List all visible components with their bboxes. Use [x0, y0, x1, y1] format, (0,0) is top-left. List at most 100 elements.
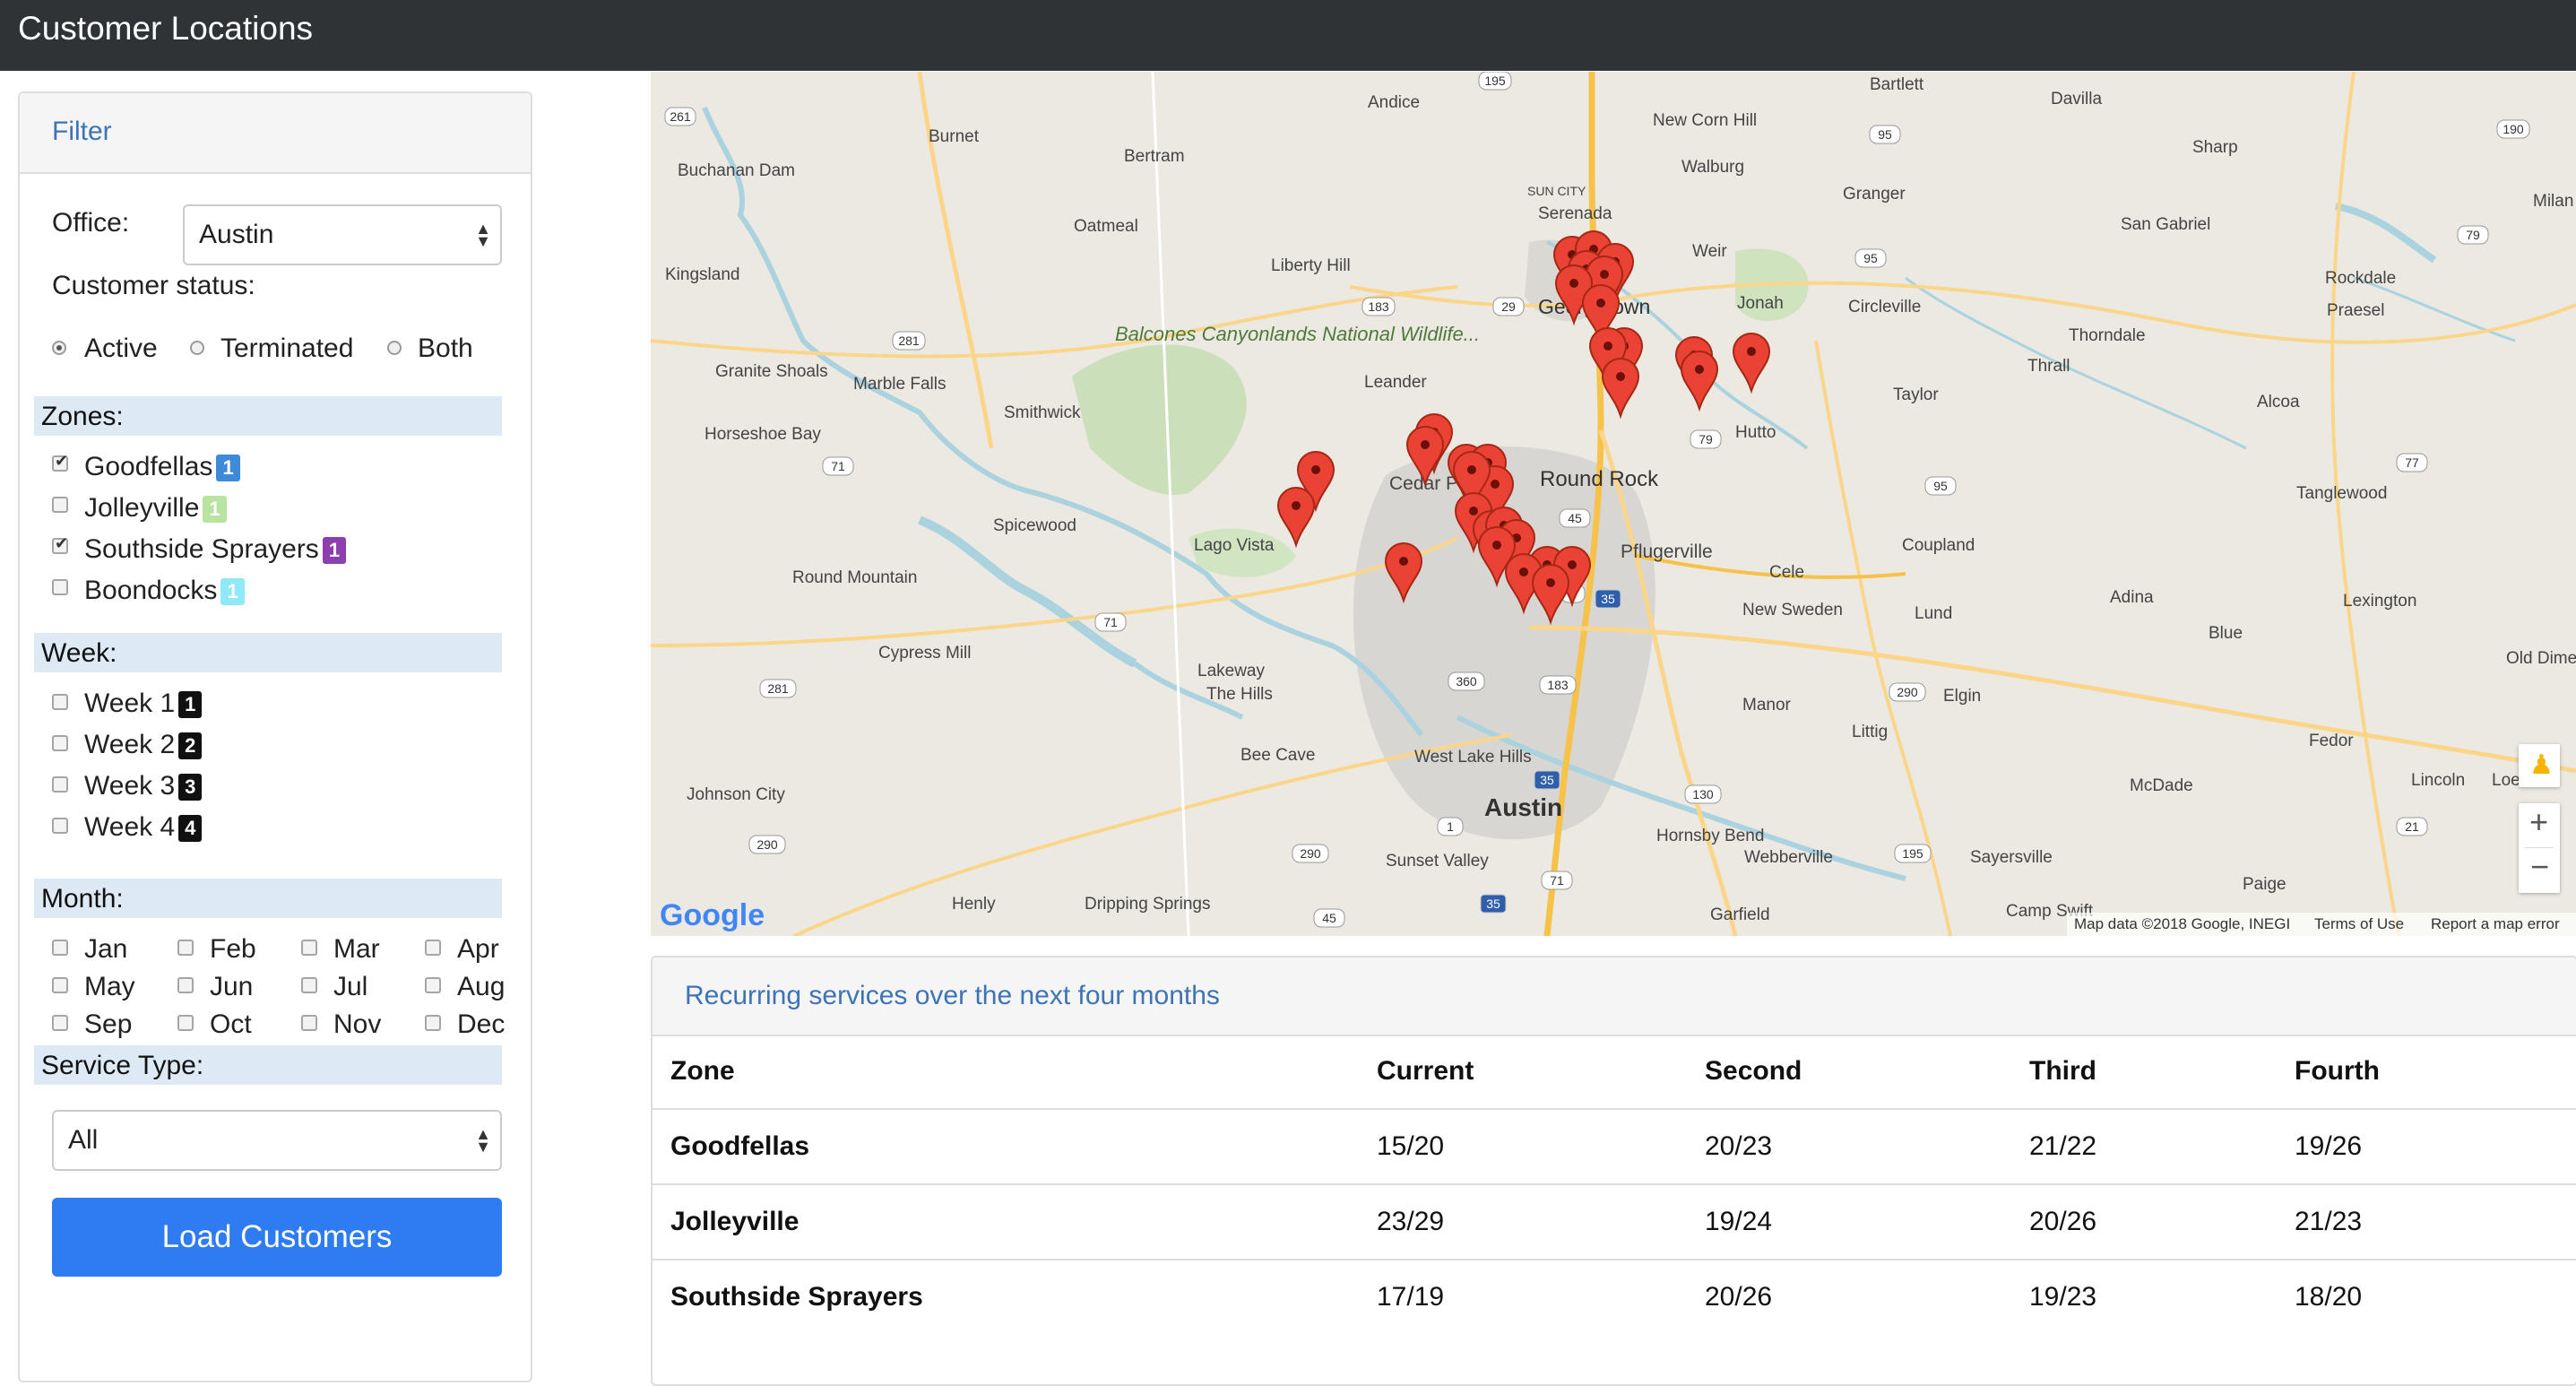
month-sep-checkbox[interactable] — [52, 1015, 68, 1031]
zone-goodfellas-item: Goodfellas 1 — [84, 452, 240, 482]
route-shield: 29 — [1492, 297, 1525, 316]
svg-text:45: 45 — [1568, 511, 1582, 525]
month-label-jun: Jun — [210, 972, 254, 1001]
month-apr-checkbox[interactable] — [425, 940, 441, 956]
service-type-select[interactable]: All ▲ ▼ — [52, 1110, 502, 1171]
month-label-feb: Feb — [210, 934, 256, 964]
month-aug-checkbox[interactable] — [425, 977, 441, 993]
month-may-checkbox[interactable] — [52, 977, 68, 993]
month-dec-checkbox[interactable] — [425, 1015, 441, 1031]
office-select[interactable]: Austin ▲ ▼ — [183, 204, 502, 265]
table-row: Southside Sprayers 17/19 20/26 19/23 18/… — [653, 1260, 2576, 1336]
status-terminated-label: Terminated — [220, 334, 354, 363]
zone-jolleyville-item: Jolleyville 1 — [84, 493, 227, 524]
map-label: Bertram — [1124, 147, 1185, 166]
map-terms-link[interactable]: Terms of Use — [2314, 915, 2404, 933]
week-name: Week 1 — [84, 689, 176, 718]
route-shield: 183 — [1539, 675, 1577, 695]
week-name: Week 4 — [84, 812, 176, 842]
svg-text:130: 130 — [1692, 787, 1714, 801]
month-label-dec: Dec — [457, 1009, 506, 1039]
month-jan-checkbox[interactable] — [52, 940, 68, 956]
map-label: SUN CITY — [1527, 184, 1586, 198]
zone-goodfellas-checkbox[interactable] — [52, 452, 68, 472]
load-customers-button[interactable]: Load Customers — [52, 1198, 502, 1277]
route-shield: 360 — [1448, 671, 1485, 691]
map-view[interactable]: Andice Bartlett Davilla New Corn Hill Wa… — [651, 72, 2576, 936]
route-shield: 95 — [1924, 476, 1957, 496]
street-view-button[interactable]: ♟ — [2519, 744, 2560, 787]
week-4-checkbox[interactable] — [52, 818, 68, 834]
svg-text:190: 190 — [2503, 122, 2524, 136]
month-mar-checkbox[interactable] — [301, 940, 317, 956]
svg-text:290: 290 — [1300, 846, 1321, 861]
month-jun-checkbox[interactable] — [177, 977, 194, 993]
route-shield: 290 — [1292, 844, 1329, 863]
map-label: Pflugerville — [1621, 541, 1713, 562]
office-label: Office: — [52, 208, 130, 238]
map-canvas: Andice Bartlett Davilla New Corn Hill Wa… — [651, 72, 2576, 936]
status-both-radio[interactable] — [387, 341, 402, 355]
map-label: Smithwick — [1004, 403, 1081, 422]
map-label: Tanglewood — [2296, 484, 2387, 503]
route-shield: 183 — [1361, 297, 1396, 316]
zone-name: Boondocks — [84, 576, 218, 605]
map-label: Manor — [1742, 696, 1792, 715]
week-1-checkbox[interactable] — [52, 694, 68, 710]
month-feb-checkbox[interactable] — [177, 940, 194, 956]
zone-boondocks-checkbox[interactable] — [52, 579, 68, 595]
map-label: Liberty Hill — [1271, 256, 1351, 275]
filter-heading: Filter — [52, 117, 112, 146]
month-label-mar: Mar — [333, 934, 380, 964]
map-label: Elgin — [1943, 687, 1981, 706]
status-active-radio[interactable] — [52, 341, 66, 355]
map-label: Kingsland — [665, 265, 739, 284]
zone-southside-sprayers-checkbox[interactable] — [52, 534, 68, 554]
status-terminated-radio[interactable] — [190, 341, 204, 355]
map-label: Cypress Mill — [878, 644, 971, 663]
current-cell: 15/20 — [1377, 1131, 1445, 1161]
month-label-nov: Nov — [333, 1009, 382, 1039]
zone-name: Goodfellas — [84, 452, 213, 481]
map-label: Sunset Valley — [1386, 852, 1489, 871]
column-header: Current — [1377, 1056, 1474, 1086]
month-oct-checkbox[interactable] — [177, 1015, 194, 1031]
route-shield: 79 — [1690, 429, 1722, 449]
month-jul-checkbox[interactable] — [301, 977, 317, 993]
week-3-checkbox[interactable] — [52, 776, 68, 793]
map-label: Horseshoe Bay — [705, 425, 821, 444]
fourth-cell: 21/23 — [2295, 1207, 2363, 1236]
svg-text:79: 79 — [2466, 228, 2480, 242]
map-label: The Hills — [1206, 685, 1273, 704]
month-nov-checkbox[interactable] — [301, 1015, 317, 1031]
route-shield: 195 — [1894, 844, 1932, 863]
table-header-row: Zone Current Second Third Fourth — [653, 1035, 2576, 1110]
zoom-in-button[interactable]: + — [2529, 803, 2548, 841]
route-shield: 35 — [1595, 589, 1621, 609]
month-label-oct: Oct — [210, 1009, 252, 1039]
month-label-sep: Sep — [84, 1009, 133, 1039]
table-row: Jolleyville 23/29 19/24 20/26 21/23 — [653, 1185, 2576, 1260]
route-shield: 190 — [2496, 119, 2530, 139]
svg-text:45: 45 — [1322, 911, 1336, 925]
map-label: Spicewood — [993, 516, 1076, 535]
week-2-checkbox[interactable] — [52, 735, 68, 751]
zoom-out-button[interactable]: − — [2530, 848, 2549, 886]
map-label: Granger — [1843, 185, 1906, 204]
service-type-value: All — [68, 1125, 99, 1155]
map-label: Jonah — [1737, 294, 1784, 313]
zone-jolleyville-checkbox[interactable] — [52, 497, 68, 513]
week-name: Week 2 — [84, 730, 176, 759]
map-report-link[interactable]: Report a map error — [2431, 915, 2560, 933]
week-badge: 3 — [178, 774, 203, 801]
month-section-header: Month: — [34, 879, 502, 918]
map-label: West Lake Hills — [1414, 748, 1532, 767]
svg-text:35: 35 — [1486, 897, 1500, 911]
map-label: Rockdale — [2325, 269, 2396, 288]
svg-text:71: 71 — [1103, 615, 1118, 629]
zone-cell: Southside Sprayers — [670, 1282, 923, 1312]
map-label: Thrall — [2027, 357, 2070, 376]
status-both-label: Both — [418, 334, 473, 363]
zone-badge: 1 — [220, 578, 245, 606]
route-shield: 45 — [1313, 908, 1345, 928]
